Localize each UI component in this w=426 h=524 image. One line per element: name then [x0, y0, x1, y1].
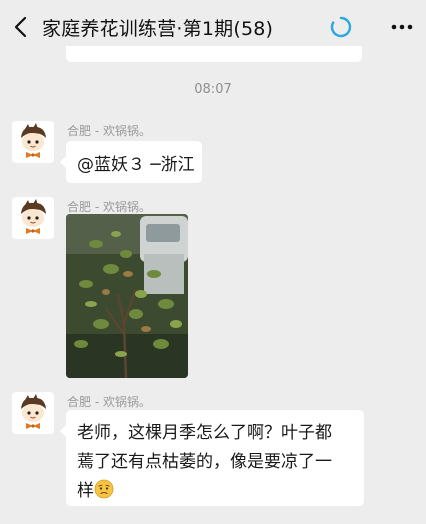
- rose-bush-photo[interactable]: [66, 214, 188, 378]
- cartoon-boy-avatar-icon: [21, 123, 46, 158]
- cartoon-boy-avatar-icon: [21, 394, 46, 429]
- message-line: 样: [77, 477, 354, 506]
- sender-name: 合肥 - 欢锅锅。: [67, 200, 151, 214]
- chat-title[interactable]: 家庭养花训练营·第1期(58): [42, 14, 273, 41]
- more-dots-icon[interactable]: [390, 16, 414, 38]
- loading-spinner-icon: [330, 16, 352, 38]
- message-text: @蓝妖３ ─浙江: [77, 155, 195, 175]
- message-bubble[interactable]: @蓝妖３ ─浙江: [60, 141, 202, 183]
- previous-message-bubble[interactable]: [66, 46, 362, 62]
- message-timestamp: 08:07: [194, 82, 232, 97]
- message-line: 蔫了还有点枯萎的，像是要凉了一: [77, 452, 332, 472]
- sender-name: 合肥 - 欢锅锅。: [67, 124, 151, 138]
- message-line-text: 样: [77, 481, 94, 501]
- avatar[interactable]: [12, 392, 54, 434]
- worried-face-emoji-icon: [94, 479, 114, 499]
- message-line: 老师，这棵月季怎么了啊？叶子都: [77, 423, 332, 443]
- sender-name: 合肥 - 欢锅锅。: [67, 395, 151, 409]
- avatar[interactable]: [12, 121, 54, 163]
- avatar[interactable]: [12, 197, 54, 239]
- message-bubble[interactable]: 老师，这棵月季怎么了啊？叶子都 蔫了还有点枯萎的，像是要凉了一 样: [60, 410, 364, 506]
- chevron-left-icon[interactable]: [10, 15, 34, 39]
- rose-bush-image: [66, 214, 188, 378]
- cartoon-boy-avatar-icon: [21, 199, 46, 234]
